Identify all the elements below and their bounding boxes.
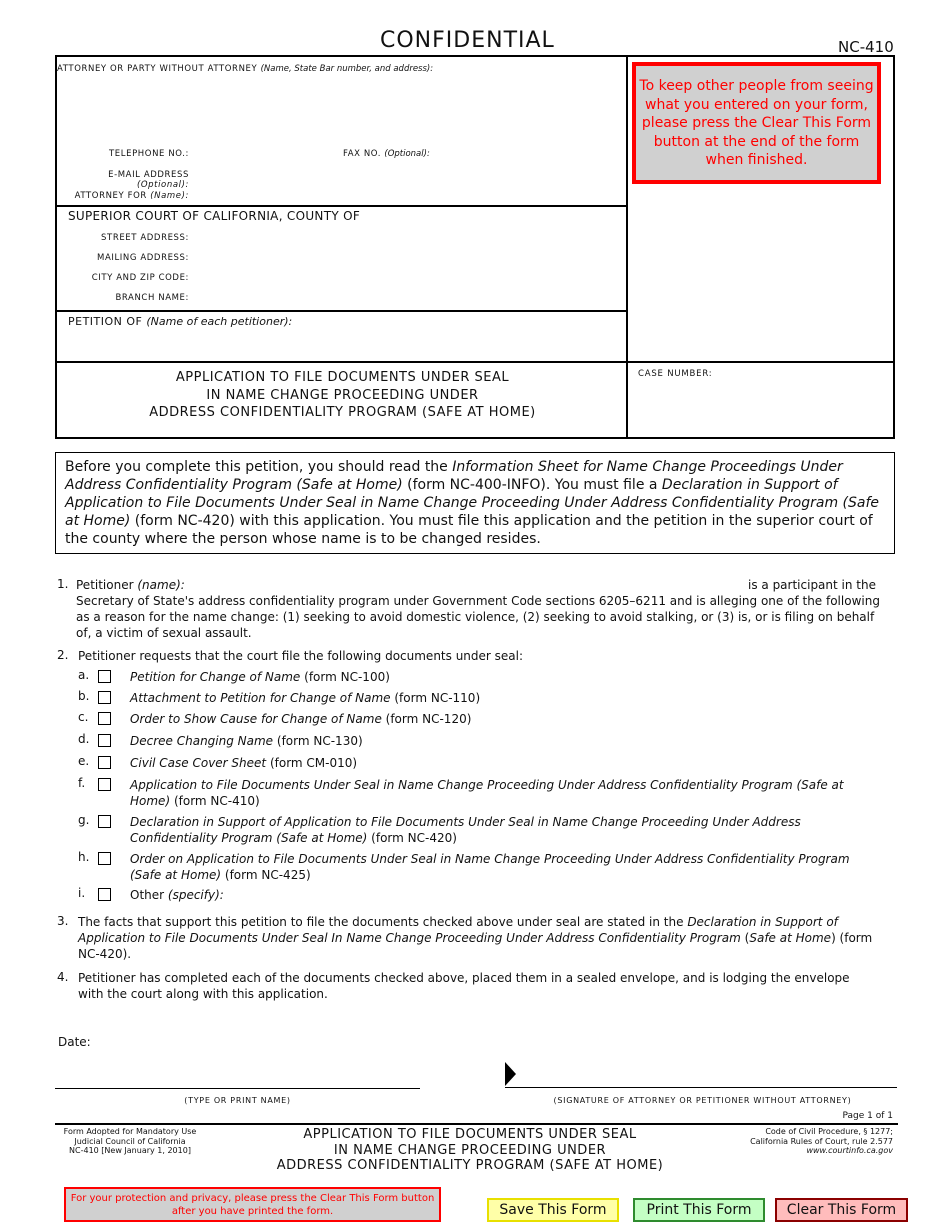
caption-divider — [57, 361, 893, 363]
document-title: APPLICATION TO FILE DOCUMENTS UNDER SEAL… — [60, 369, 625, 422]
title-line: APPLICATION TO FILE DOCUMENTS UNDER SEAL — [175, 370, 510, 385]
attorney-for-field[interactable] — [195, 187, 620, 201]
case-number-label: CASE NUMBER: — [638, 369, 713, 379]
email-label: E-MAIL ADDRESS (Optional): — [108, 170, 189, 190]
document-checkbox[interactable] — [98, 734, 111, 747]
privacy-notice-box: To keep other people from seeing what yo… — [632, 62, 881, 184]
footer-citations: Code of Civil Procedure, § 1277; Califor… — [700, 1127, 893, 1156]
title-line: IN NAME CHANGE PROCEEDING UNDER — [206, 387, 479, 403]
sub-item-letter: a. — [78, 668, 90, 682]
item-number: 1. — [57, 577, 69, 591]
footer-line: Code of Civil Procedure, § 1277; — [765, 1127, 893, 1136]
item2-text: Petitioner requests that the court file … — [78, 649, 524, 663]
item1-lead: Petitioner (name): — [76, 578, 185, 592]
footer-title: APPLICATION TO FILE DOCUMENTS UNDER SEAL… — [225, 1127, 715, 1174]
sub-item-text: Civil Case Cover Sheet (form CM-010) — [130, 756, 358, 770]
signature-line — [505, 1087, 897, 1088]
street-address-label: STREET ADDRESS: — [101, 233, 189, 243]
print-name-field[interactable] — [55, 1068, 420, 1086]
sub-item-text: Decree Changing Name (form NC-130) — [130, 734, 363, 748]
sub-item-text: Application to File Documents Under Seal… — [130, 778, 844, 808]
caption-divider — [57, 205, 627, 207]
footer-line: Judicial Council of California — [74, 1136, 186, 1146]
print-form-button[interactable]: Print This Form — [633, 1198, 765, 1222]
petition-of-field[interactable] — [61, 332, 621, 357]
telephone-field[interactable] — [195, 145, 335, 159]
email-field[interactable] — [195, 166, 620, 180]
signature-caption: (SIGNATURE OF ATTORNEY OR PETITIONER WIT… — [553, 1096, 852, 1105]
date-label: Date: — [58, 1035, 91, 1049]
footer-rule — [55, 1123, 898, 1125]
fax-field[interactable] — [432, 145, 622, 159]
page-count: Page 1 of 1 — [842, 1111, 894, 1121]
attorney-field[interactable] — [59, 77, 624, 142]
fax-label: FAX NO. (Optional): — [343, 149, 430, 159]
sub-item-text: Attachment to Petition for Change of Nam… — [130, 691, 481, 705]
document-checkbox[interactable] — [98, 815, 111, 828]
item-number: 3. — [57, 914, 69, 928]
sub-item-letter: i. — [78, 886, 86, 900]
footer-adoption-info: Form Adopted for Mandatory Use Judicial … — [55, 1127, 205, 1156]
item4-text: Petitioner has completed each of the doc… — [78, 971, 850, 1001]
footer-line: Form Adopted for Mandatory Use — [63, 1127, 197, 1136]
clear-form-button[interactable]: Clear This Form — [775, 1198, 908, 1222]
document-checkbox[interactable] — [98, 670, 111, 683]
item-number: 4. — [57, 970, 69, 984]
telephone-label: TELEPHONE NO.: — [109, 149, 189, 159]
item1-tail: is a participant in the — [748, 578, 876, 592]
sub-item-letter: h. — [78, 850, 90, 864]
footer-title-line: IN NAME CHANGE PROCEEDING UNDER — [333, 1142, 607, 1158]
footer-line: California Rules of Court, rule 2.577 — [750, 1136, 893, 1146]
caption-divider — [626, 57, 628, 437]
item-number: 2. — [57, 648, 69, 662]
instructions-notice: Before you complete this petition, you s… — [55, 452, 895, 554]
footer-title-line: APPLICATION TO FILE DOCUMENTS UNDER SEAL — [303, 1127, 637, 1142]
petition-of-label: PETITION OF (Name of each petitioner): — [68, 315, 293, 328]
footer-title-line: ADDRESS CONFIDENTIALITY PROGRAM (SAFE AT… — [276, 1158, 664, 1173]
sub-item-text: Petition for Change of Name (form NC-100… — [130, 670, 390, 684]
confidential-heading: CONFIDENTIAL — [380, 28, 555, 53]
attorney-for-label: ATTORNEY FOR (Name): — [74, 191, 189, 201]
save-form-button[interactable]: Save This Form — [487, 1198, 619, 1222]
signature-arrow-icon — [505, 1062, 516, 1086]
street-address-field[interactable] — [195, 229, 620, 243]
petitioner-name-field[interactable] — [190, 576, 740, 592]
document-checkbox[interactable] — [98, 778, 111, 791]
document-checkbox[interactable] — [98, 888, 111, 901]
form-number: NC-410 — [838, 38, 894, 56]
footer-line: NC-410 [New January 1, 2010] — [69, 1146, 191, 1155]
document-checkbox[interactable] — [98, 756, 111, 769]
mailing-address-field[interactable] — [195, 249, 620, 263]
other-specify-field[interactable] — [230, 886, 850, 902]
branch-name-field[interactable] — [195, 289, 620, 303]
caption-divider — [57, 310, 627, 312]
attorney-label: ATTORNEY OR PARTY WITHOUT ATTORNEY (Name… — [57, 64, 434, 74]
document-checkbox[interactable] — [98, 691, 111, 704]
case-number-field[interactable] — [633, 382, 888, 432]
title-line: ADDRESS CONFIDENTIALITY PROGRAM (SAFE AT… — [149, 405, 536, 420]
privacy-warning: For your protection and privacy, please … — [64, 1187, 441, 1222]
document-checkbox[interactable] — [98, 852, 111, 865]
name-line — [55, 1088, 420, 1089]
sub-item-letter: e. — [78, 754, 90, 768]
document-checkbox[interactable] — [98, 712, 111, 725]
mailing-address-label: MAILING ADDRESS: — [97, 253, 189, 263]
city-zip-field[interactable] — [195, 269, 620, 283]
sub-item-letter: g. — [78, 813, 90, 827]
branch-name-label: BRANCH NAME: — [115, 293, 189, 303]
name-caption: (TYPE OR PRINT NAME) — [184, 1096, 291, 1105]
sub-item-letter: b. — [78, 689, 90, 703]
sub-item-text: Order on Application to File Documents U… — [130, 852, 850, 882]
sub-item-text: Order to Show Cause for Change of Name (… — [130, 712, 472, 726]
sub-item-letter: c. — [78, 710, 89, 724]
sub-item-letter: f. — [78, 776, 86, 790]
date-field[interactable] — [95, 1034, 295, 1050]
city-zip-label: CITY AND ZIP CODE: — [91, 273, 189, 283]
courtinfo-link[interactable]: www.courtinfo.ca.gov — [700, 1146, 893, 1156]
sub-item-text: Declaration in Support of Application to… — [130, 815, 801, 845]
sub-item-letter: d. — [78, 732, 90, 746]
item3-text: The facts that support this petition to … — [78, 915, 873, 961]
court-title: SUPERIOR COURT OF CALIFORNIA, COUNTY OF — [68, 209, 361, 223]
item1-body: Secretary of State's address confidentia… — [76, 594, 880, 640]
